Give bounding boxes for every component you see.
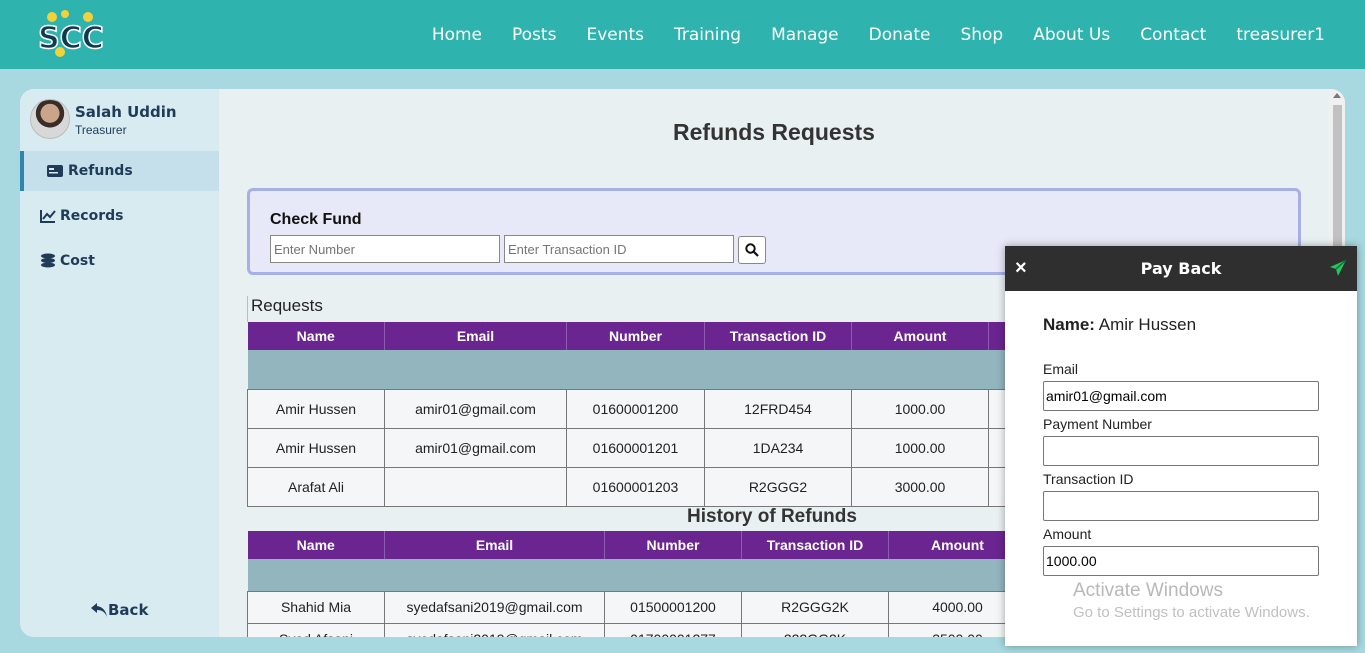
sidebar-item-cost[interactable]: Cost: [20, 241, 219, 281]
cell-transaction-id: R2GGG2: [704, 466, 852, 507]
column-header: Number: [604, 531, 742, 559]
email-field[interactable]: [1043, 381, 1319, 411]
cell-name: Amir Hussen: [247, 427, 385, 468]
payee-name: Name: Amir Hussen: [1043, 315, 1196, 335]
column-header: Amount: [851, 322, 989, 350]
check-fund-title: Check Fund: [270, 211, 362, 228]
number-input[interactable]: [270, 235, 500, 263]
nav-contact[interactable]: Contact: [1140, 25, 1206, 45]
cell-number: 01600001200: [566, 388, 705, 429]
back-button[interactable]: Back: [90, 601, 148, 619]
column-header: Email: [384, 322, 567, 350]
email-label: Email: [1043, 361, 1079, 377]
nav-donate[interactable]: Donate: [869, 25, 931, 45]
search-icon: [745, 243, 759, 257]
column-header: Transaction ID: [741, 531, 889, 559]
column-header: Name: [247, 531, 385, 559]
user-profile: Salah Uddin Treasurer: [30, 99, 220, 143]
nav-home[interactable]: Home: [432, 25, 482, 45]
transaction-id-label: Transaction ID: [1043, 471, 1134, 487]
cell-email: amir01@gmail.com: [384, 388, 567, 429]
page-title: Refunds Requests: [673, 119, 875, 145]
avatar: [30, 99, 70, 139]
send-icon[interactable]: [1329, 259, 1347, 282]
scrollbar-thumb[interactable]: [1333, 105, 1342, 255]
sidebar-item-label: Refunds: [68, 163, 133, 179]
cell-transaction-id: 222GG2K: [741, 622, 889, 637]
coins-icon: [41, 253, 55, 268]
cell-transaction-id: 12FRD454: [704, 388, 852, 429]
main-nav: Home Posts Events Training Manage Donate…: [402, 0, 1325, 69]
user-role: Treasurer: [75, 123, 127, 137]
nav-user-account[interactable]: treasurer1: [1236, 25, 1325, 45]
back-label: Back: [108, 601, 149, 619]
windows-activation-watermark: Activate Windows: [1073, 580, 1223, 601]
cell-amount: 1000.00: [851, 427, 989, 468]
cell-email: [384, 466, 567, 507]
cell-name: Syed Afsani: [247, 622, 385, 637]
column-header: Email: [384, 531, 605, 559]
payment-number-label: Payment Number: [1043, 416, 1152, 432]
cell-email: syedafsani2019@gmail.com: [384, 590, 605, 624]
requests-label: Requests: [247, 296, 323, 322]
transaction-id-input[interactable]: [504, 235, 734, 263]
cell-name: Amir Hussen: [247, 388, 385, 429]
nav-about-us[interactable]: About Us: [1033, 25, 1110, 45]
cell-name: Arafat Ali: [247, 466, 385, 507]
cell-amount: 1000.00: [851, 388, 989, 429]
cell-transaction-id: R2GGG2K: [741, 590, 889, 624]
reply-arrow-icon: [91, 603, 107, 617]
cell-number: 01600001203: [566, 466, 705, 507]
history-title: History of Refunds: [687, 506, 857, 527]
cell-number: 01600001201: [566, 427, 705, 468]
transaction-id-field[interactable]: [1043, 491, 1319, 521]
cell-transaction-id: 1DA234: [704, 427, 852, 468]
search-button[interactable]: [738, 236, 766, 264]
nav-training[interactable]: Training: [674, 25, 741, 45]
dialog-title: Pay Back: [1140, 259, 1222, 278]
chart-line-icon: [40, 210, 56, 223]
scc-logo[interactable]: SCC: [37, 8, 105, 60]
column-header: Name: [247, 322, 385, 350]
sidebar-item-label: Cost: [60, 253, 95, 269]
nav-posts[interactable]: Posts: [512, 25, 556, 45]
nav-events[interactable]: Events: [586, 25, 644, 45]
sidebar-item-label: Records: [60, 208, 124, 224]
cell-email: syedafsani2019@gmail.com: [384, 622, 605, 637]
cell-name: Shahid Mia: [247, 590, 385, 624]
cell-number: 01700001277: [604, 622, 742, 637]
card-icon: [47, 165, 63, 177]
cell-email: amir01@gmail.com: [384, 427, 567, 468]
scroll-up-icon[interactable]: [1333, 93, 1341, 98]
amount-label: Amount: [1043, 526, 1092, 542]
sidebar-item-records[interactable]: Records: [20, 196, 219, 236]
sidebar-item-refunds[interactable]: Refunds: [20, 151, 219, 191]
payment-number-field[interactable]: [1043, 436, 1319, 466]
svg-text:SCC: SCC: [38, 21, 104, 56]
user-name: Salah Uddin: [75, 103, 177, 121]
windows-activation-hint: Go to Settings to activate Windows.: [1073, 604, 1310, 621]
top-navbar: SCC Home Posts Events Training Manage Do…: [0, 0, 1365, 69]
payee-name-label: Name:: [1043, 315, 1095, 334]
cell-amount: 3000.00: [851, 466, 989, 507]
column-header: Number: [566, 322, 705, 350]
cell-number: 01500001200: [604, 590, 742, 624]
nav-shop[interactable]: Shop: [960, 25, 1003, 45]
nav-manage[interactable]: Manage: [771, 25, 839, 45]
column-header: Transaction ID: [704, 322, 852, 350]
payee-name-value: Amir Hussen: [1098, 315, 1197, 334]
amount-field[interactable]: [1043, 546, 1319, 576]
dialog-header: × Pay Back: [1005, 246, 1357, 291]
sidebar: Salah Uddin Treasurer Refunds Records Co…: [20, 89, 219, 637]
